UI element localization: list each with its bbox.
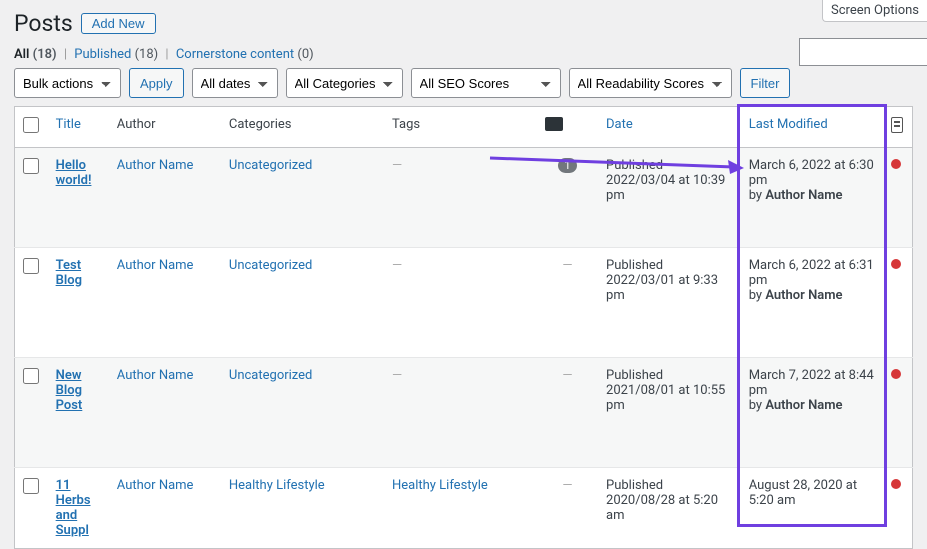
filter-button[interactable]: Filter [740,68,791,98]
column-title[interactable]: Title [48,107,109,148]
comments-empty: — [562,478,572,493]
view-published[interactable]: Published (18) [74,47,158,62]
tags-empty: — [392,258,402,273]
column-tags[interactable]: Tags [384,107,537,148]
view-all[interactable]: All (18) [14,47,57,62]
category-link[interactable]: Uncategorized [229,368,312,383]
author-link[interactable]: Author Name [117,478,194,493]
filter-dates[interactable]: All dates [192,68,278,98]
bulk-actions-select[interactable]: Bulk actions [14,68,121,98]
select-all-checkbox[interactable] [23,117,39,133]
row-checkbox[interactable] [23,368,39,384]
post-title-link[interactable]: Test Blog [56,258,82,288]
status-dot-icon [891,369,901,379]
page-title: Posts [14,10,73,37]
category-link[interactable]: Uncategorized [229,258,312,273]
date-value: 2021/08/01 at 10:55 pm [606,383,733,413]
readability-icon [891,117,903,133]
row-checkbox[interactable] [23,158,39,174]
column-categories[interactable]: Categories [221,107,384,148]
screen-options-tab[interactable]: Screen Options [822,0,927,22]
last-modified-by: by Author Name [749,398,876,413]
last-modified-date: March 6, 2022 at 6:30 pm [749,158,876,188]
status-dot-icon [891,159,901,169]
column-comments[interactable] [537,107,598,148]
filter-readability[interactable]: All Readability Scores [569,68,732,98]
comments-empty: — [562,368,572,383]
tags-empty: — [392,158,402,173]
row-checkbox[interactable] [23,258,39,274]
view-filters: All (18) | Published (18) | Cornerstone … [14,47,913,62]
author-link[interactable]: Author Name [117,368,194,383]
date-status: Published [606,368,733,383]
add-new-button[interactable]: Add New [81,13,156,34]
date-status: Published [606,158,733,173]
last-modified-by: by Author Name [749,188,876,203]
column-last-modified[interactable]: Last Modified [741,107,884,148]
tags-empty: — [392,368,402,383]
table-row: 11 Herbs and Suppl Author Name Healthy Lif… [15,468,913,549]
post-title-link[interactable]: 11 Herbs and Suppl [56,478,91,538]
posts-table: Title Author Categories Tags Date Last M… [14,106,913,549]
date-value: 2022/03/04 at 10:39 pm [606,173,733,203]
date-status: Published [606,258,733,273]
view-cornerstone[interactable]: Cornerstone content [176,47,294,62]
comment-icon [545,117,563,131]
comment-count-badge[interactable]: 1 [558,158,576,173]
row-checkbox[interactable] [23,478,39,494]
column-date[interactable]: Date [598,107,741,148]
search-input[interactable] [799,38,927,66]
column-indicator [883,107,912,148]
table-row: Hello world! Author Name Uncategorized — 1 Pu… [15,148,913,248]
post-title-link[interactable]: New Blog Post [56,368,83,413]
column-author[interactable]: Author [109,107,221,148]
last-modified-date: March 6, 2022 at 6:31 pm [749,258,876,288]
date-value: 2022/03/01 at 9:33 pm [606,273,733,303]
category-link[interactable]: Uncategorized [229,158,312,173]
last-modified-date: August 28, 2020 at 5:20 am [749,478,876,508]
tag-link[interactable]: Healthy Lifestyle [392,478,488,493]
table-row: Test Blog Author Name Uncategorized — — Publi… [15,248,913,358]
author-link[interactable]: Author Name [117,158,194,173]
author-link[interactable]: Author Name [117,258,194,273]
apply-button[interactable]: Apply [129,68,184,98]
status-dot-icon [891,259,901,269]
last-modified-by: by Author Name [749,288,876,303]
date-status: Published [606,478,733,493]
post-title-link[interactable]: Hello world! [56,158,92,188]
category-link[interactable]: Healthy Lifestyle [229,478,325,493]
status-dot-icon [891,479,901,489]
filter-categories[interactable]: All Categories [286,68,403,98]
last-modified-date: March 7, 2022 at 8:44 pm [749,368,876,398]
date-value: 2020/08/28 at 5:20 am [606,493,733,523]
filter-seo[interactable]: All SEO Scores [411,68,561,98]
table-row: New Blog Post Author Name Uncategorized — — P… [15,358,913,468]
comments-empty: — [562,258,572,273]
